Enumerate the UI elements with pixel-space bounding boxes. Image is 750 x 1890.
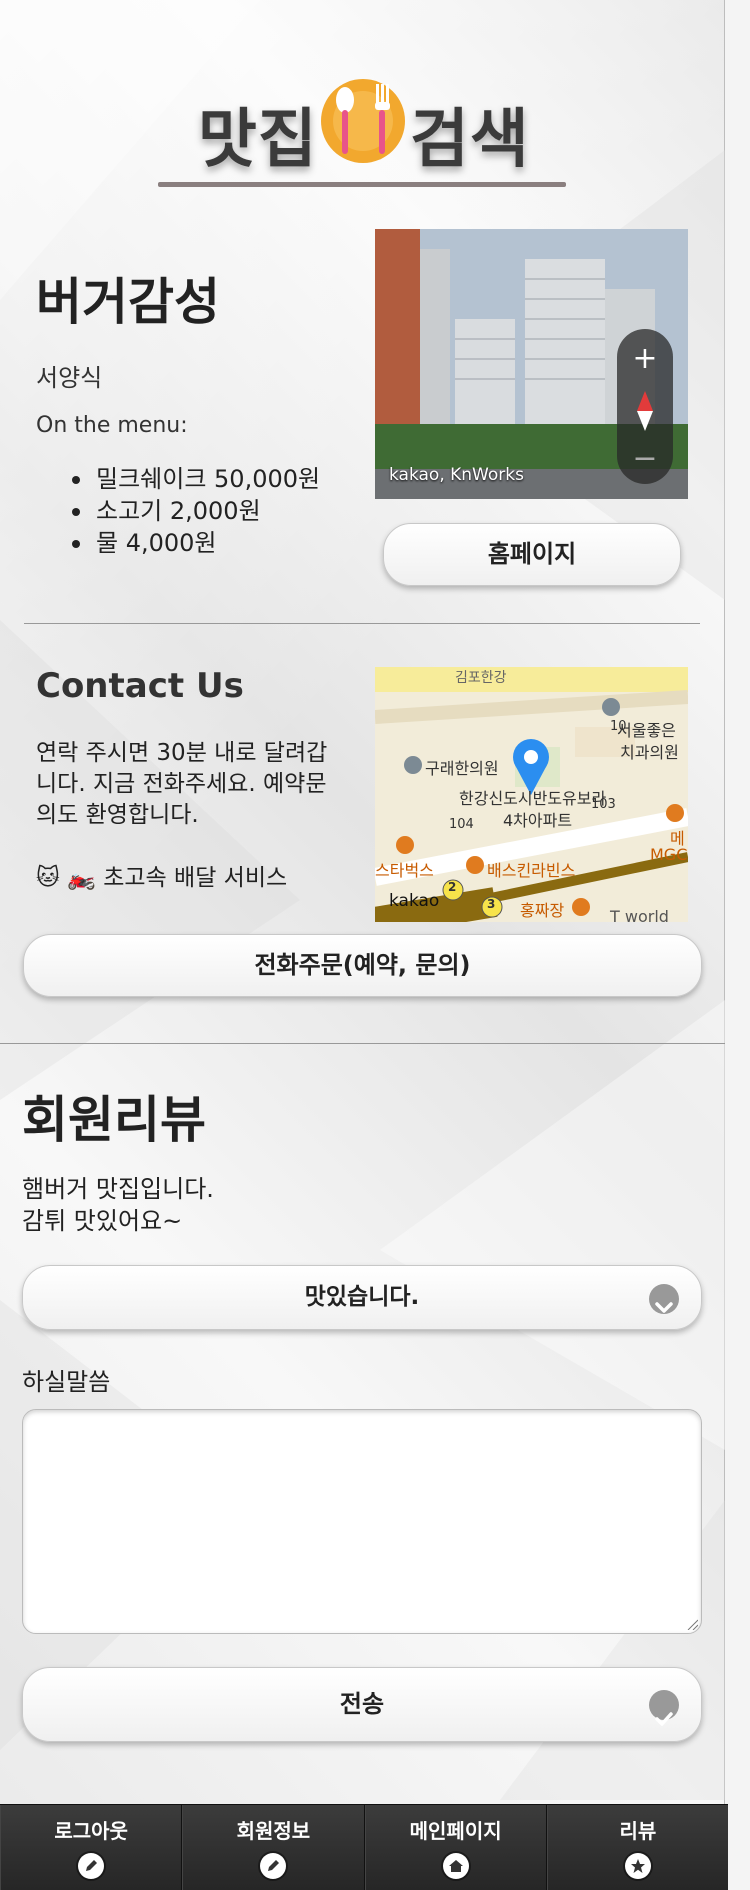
nav-main-page[interactable]: 메인페이지: [364, 1805, 547, 1890]
delivery-service-text: 🐱 🏍️ 초고속 배달 서비스: [36, 865, 288, 891]
restaurant-name: 버거감성: [36, 273, 220, 331]
right-edge-strip: [725, 0, 750, 1890]
menu-label: On the menu:: [36, 413, 188, 438]
rating-select[interactable]: 맛있습니다.: [22, 1265, 702, 1330]
bottom-navbar: 로그아웃 회원정보 메인페이지 리뷰: [0, 1804, 728, 1890]
review-line: 햄버거 맛집입니다.: [22, 1175, 214, 1203]
map-label: 103: [591, 797, 616, 812]
rating-select-value: 맛있습니다.: [304, 1284, 420, 1310]
home-icon: [442, 1853, 469, 1879]
map-label: 한강신도시반도유보라: [459, 789, 607, 808]
site-header: 맛집 검색: [0, 70, 725, 190]
map-label: 10: [610, 719, 627, 734]
review-line: 감튀 맛있어요~: [22, 1207, 183, 1235]
nav-member-info[interactable]: 회원정보: [182, 1805, 365, 1890]
logo-text-left: 맛집: [198, 103, 318, 177]
map-label: 스타벅스: [375, 861, 434, 880]
map-label: 홍짜장: [520, 901, 565, 920]
nav-review[interactable]: 리뷰: [546, 1805, 728, 1890]
star-icon: [624, 1853, 651, 1879]
menu-item: 소고기 2,000원: [72, 495, 320, 527]
roadview-controls: + −: [617, 329, 673, 484]
roadview-panel[interactable]: + − kakao, KnWorks: [375, 229, 688, 499]
reviews-title: 회원리뷰: [22, 1091, 206, 1149]
contact-title: Contact Us: [36, 666, 244, 706]
nav-logout[interactable]: 로그아웃: [0, 1805, 183, 1890]
homepage-button[interactable]: 홈페이지: [383, 523, 681, 586]
map-kakao-logo: kakao: [389, 891, 440, 911]
compass-icon[interactable]: [637, 391, 653, 431]
restaurant-category: 서양식: [36, 364, 103, 392]
map-label: 치과의원: [620, 743, 679, 762]
resize-grip-icon[interactable]: [686, 1618, 698, 1630]
zoom-out-button[interactable]: −: [617, 441, 673, 476]
contact-text: 연락 주시면 30분 내로 달려갑니다. 지금 전화주세요. 예약문의도 환영합…: [36, 740, 328, 828]
review-list: 햄버거 맛집입니다. 감튀 맛있어요~: [22, 1173, 214, 1237]
map-label: 2: [448, 880, 457, 894]
map-label: T world: [610, 907, 669, 922]
nav-label: 리뷰: [619, 1819, 657, 1843]
nav-label: 로그아웃: [54, 1819, 128, 1843]
submit-button-label: 전송: [339, 1690, 385, 1718]
map-label: 4차아파트: [503, 811, 573, 830]
map-label: 김포한강: [455, 670, 507, 686]
pencil-icon: [78, 1853, 105, 1879]
map-label: 배스킨라빈스: [487, 861, 576, 880]
zoom-in-button[interactable]: +: [617, 341, 673, 376]
nav-label: 회원정보: [236, 1819, 311, 1843]
chevron-down-icon: [649, 1284, 679, 1314]
map-label: 104: [449, 817, 474, 832]
plate-utensils-icon: [321, 79, 405, 163]
roadview-credit: kakao, KnWorks: [389, 465, 524, 485]
comment-label: 하실말씀: [22, 1368, 111, 1396]
pencil-icon: [260, 1853, 287, 1879]
check-icon: [649, 1690, 679, 1726]
nav-label: 메인페이지: [409, 1819, 502, 1843]
comment-textarea[interactable]: [22, 1409, 702, 1634]
map-label: 3: [487, 897, 496, 911]
logo-text-right: 검색: [410, 103, 530, 177]
section-divider: [0, 1043, 725, 1044]
menu-list: 밀크쉐이크 50,000원 소고기 2,000원 물 4,000원: [72, 463, 320, 559]
header-underline: [158, 182, 566, 187]
menu-item: 밀크쉐이크 50,000원: [72, 463, 320, 495]
menu-item: 물 4,000원: [72, 527, 320, 559]
submit-button[interactable]: 전송: [22, 1667, 702, 1742]
map-label: 구래한의원: [425, 759, 499, 778]
section-divider: [24, 623, 700, 624]
map-label: MGC: [650, 845, 688, 864]
call-order-button[interactable]: 전화주문(예약, 문의): [23, 934, 702, 997]
location-map[interactable]: 김포한강 구래한의원 서울좋은 치과의원 한강신도시반도유보라 4차아파트 10…: [375, 667, 688, 922]
